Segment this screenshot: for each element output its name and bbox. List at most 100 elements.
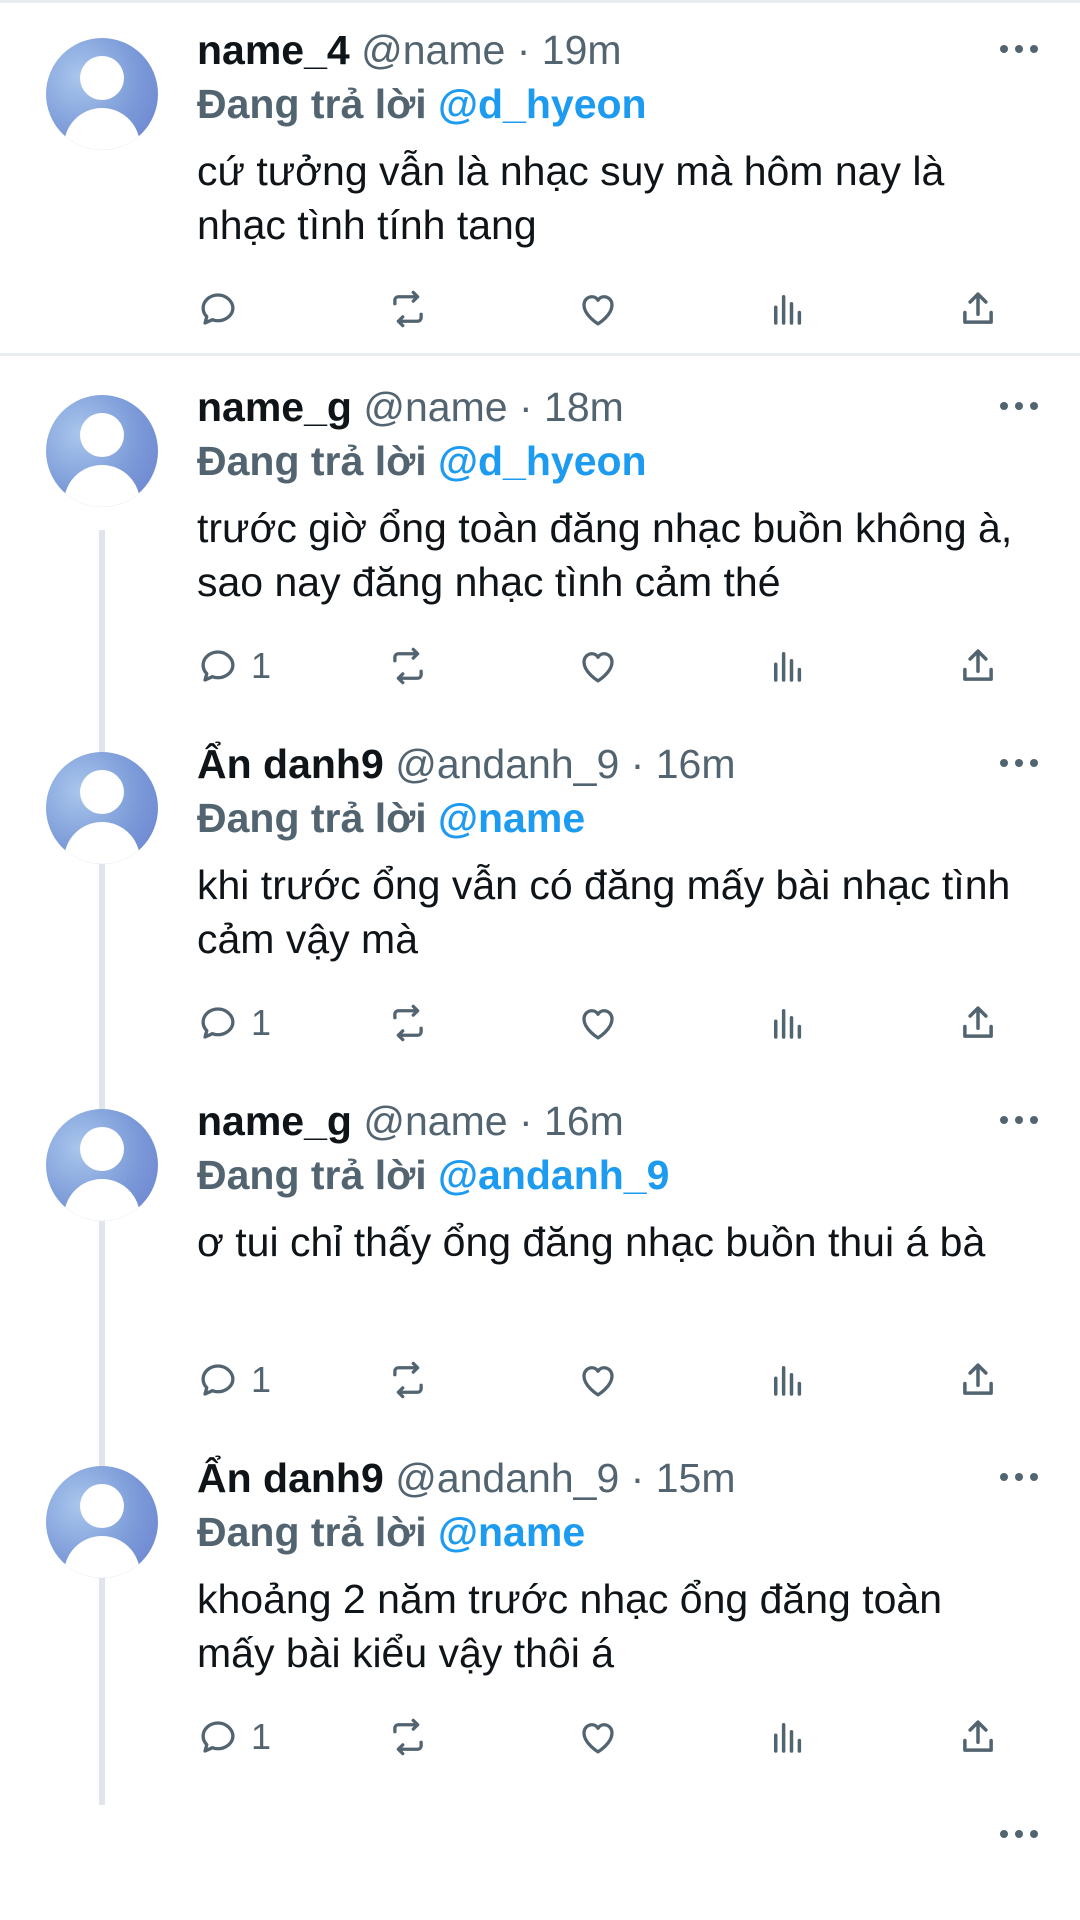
views-button[interactable] — [767, 284, 809, 334]
avatar[interactable] — [46, 38, 158, 150]
reply-button[interactable]: 1 — [197, 641, 271, 691]
retweet-icon — [393, 1718, 423, 1756]
more-options-button[interactable] — [1000, 45, 1040, 57]
replying-to: Đang trả lời @d_hyeon — [197, 79, 647, 129]
action-bar: 1 — [197, 641, 1027, 691]
replying-to: Đang trả lời @name — [197, 1507, 585, 1557]
more-options-button[interactable] — [1000, 1830, 1040, 1842]
reply-button[interactable] — [197, 284, 251, 334]
retweet-button[interactable] — [387, 1355, 429, 1405]
user-handle[interactable]: @name — [363, 384, 507, 430]
share-icon — [963, 1363, 993, 1395]
timestamp[interactable]: 16m — [544, 1098, 624, 1144]
user-handle[interactable]: @name — [361, 27, 505, 73]
more-options-button[interactable] — [1000, 1473, 1040, 1485]
replying-to: Đang trả lời @andanh_9 — [197, 1150, 669, 1200]
retweet-icon — [393, 1004, 423, 1042]
user-handle[interactable]: @andanh_9 — [395, 741, 619, 787]
share-icon — [963, 292, 993, 324]
mention-link[interactable]: @d_hyeon — [438, 81, 647, 127]
tweet-header: Ẩn danh9 @andanh_9 · 15m — [197, 1453, 735, 1503]
reply-button[interactable]: 1 — [197, 1712, 271, 1762]
action-bar: 1 — [197, 1712, 1027, 1762]
avatar[interactable] — [46, 395, 158, 507]
reply-button[interactable]: 1 — [197, 998, 271, 1048]
mention-link[interactable]: @andanh_9 — [438, 1152, 669, 1198]
heart-icon — [582, 1366, 614, 1397]
tweet-text: khi trước ổng vẫn có đăng mấy bài nhạc t… — [197, 862, 1011, 962]
more-options-button[interactable] — [1000, 759, 1040, 771]
retweet-icon — [393, 1361, 423, 1399]
reply-count: 1 — [251, 1002, 272, 1043]
retweet-button[interactable] — [387, 284, 429, 334]
avatar[interactable] — [46, 1109, 158, 1221]
share-button[interactable] — [957, 641, 999, 691]
action-bar: 1 — [197, 998, 1027, 1048]
more-options-button[interactable] — [1000, 402, 1040, 414]
reply-count: 1 — [251, 1716, 272, 1757]
separator-dot: · — [518, 384, 533, 430]
display-name[interactable]: name_g — [197, 1098, 352, 1144]
views-icon — [774, 1366, 802, 1396]
timestamp[interactable]: 18m — [544, 384, 624, 430]
views-button[interactable] — [767, 998, 809, 1048]
mention-link[interactable]: @d_hyeon — [438, 438, 647, 484]
tweet-text: trước giờ ổng toàn đăng nhạc buồn không … — [197, 505, 1013, 605]
retweet-button[interactable] — [387, 1712, 429, 1762]
retweet-button[interactable] — [387, 641, 429, 691]
separator-dot: · — [516, 27, 531, 73]
like-button[interactable] — [577, 1355, 619, 1405]
like-button[interactable] — [577, 1712, 619, 1762]
top-divider — [0, 0, 1080, 3]
reply-count: 1 — [251, 645, 272, 686]
retweet-button[interactable] — [387, 998, 429, 1048]
views-button[interactable] — [767, 641, 809, 691]
tweet-header: name_g @name · 16m — [197, 1096, 624, 1146]
mention-link[interactable]: @name — [438, 795, 585, 841]
views-button[interactable] — [767, 1712, 809, 1762]
share-icon — [963, 1006, 993, 1038]
reply-icon — [201, 293, 235, 325]
heart-icon — [582, 1723, 614, 1754]
avatar[interactable] — [46, 752, 158, 864]
views-button[interactable] — [767, 1355, 809, 1405]
reply-icon — [201, 1364, 235, 1396]
like-button[interactable] — [577, 998, 619, 1048]
share-button[interactable] — [957, 1712, 999, 1762]
replying-to-label: Đang trả lời — [197, 1152, 427, 1198]
timestamp[interactable]: 15m — [656, 1455, 736, 1501]
tweet-header: Ẩn danh9 @andanh_9 · 16m — [197, 739, 735, 789]
avatar[interactable] — [46, 1466, 158, 1578]
replying-to: Đang trả lời @d_hyeon — [197, 436, 647, 486]
tweet-divider — [0, 353, 1080, 356]
action-bar — [197, 284, 1027, 334]
like-button[interactable] — [577, 641, 619, 691]
user-handle[interactable]: @andanh_9 — [395, 1455, 619, 1501]
tweet-header: name_4 @name · 19m — [197, 25, 622, 75]
display-name[interactable]: Ẩn danh9 — [197, 1455, 384, 1501]
tweet-text: ơ tui chỉ thấy ổng đăng nhạc buồn thui á… — [197, 1219, 986, 1265]
share-button[interactable] — [957, 284, 999, 334]
heart-icon — [582, 1009, 614, 1040]
mention-link[interactable]: @name — [438, 1509, 585, 1555]
views-icon — [774, 295, 802, 325]
separator-dot: · — [518, 1098, 533, 1144]
share-button[interactable] — [957, 998, 999, 1048]
tweet-header: name_g @name · 18m — [197, 382, 624, 432]
share-icon — [963, 1720, 993, 1752]
timestamp[interactable]: 19m — [542, 27, 622, 73]
like-button[interactable] — [577, 284, 619, 334]
heart-icon — [582, 652, 614, 683]
timestamp[interactable]: 16m — [656, 741, 736, 787]
display-name[interactable]: name_g — [197, 384, 352, 430]
more-options-button[interactable] — [1000, 1116, 1040, 1128]
retweet-icon — [393, 290, 423, 328]
views-icon — [774, 1723, 802, 1753]
reply-icon — [201, 1721, 235, 1753]
display-name[interactable]: Ẩn danh9 — [197, 741, 384, 787]
display-name[interactable]: name_4 — [197, 27, 350, 73]
replying-to-label: Đang trả lời — [197, 795, 427, 841]
user-handle[interactable]: @name — [363, 1098, 507, 1144]
reply-button[interactable]: 1 — [197, 1355, 271, 1405]
share-button[interactable] — [957, 1355, 999, 1405]
